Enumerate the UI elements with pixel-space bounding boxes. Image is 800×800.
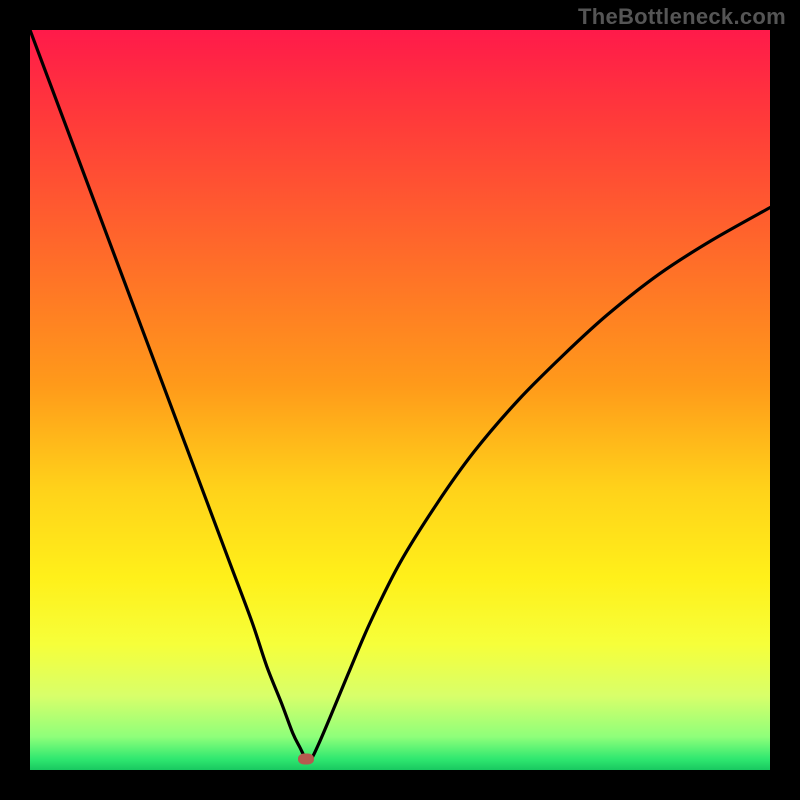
optimal-marker <box>298 753 314 764</box>
plot-area <box>30 30 770 770</box>
chart-frame: TheBottleneck.com <box>0 0 800 800</box>
bottleneck-curve <box>30 30 770 761</box>
watermark-text: TheBottleneck.com <box>578 4 786 30</box>
curve-layer <box>30 30 770 770</box>
